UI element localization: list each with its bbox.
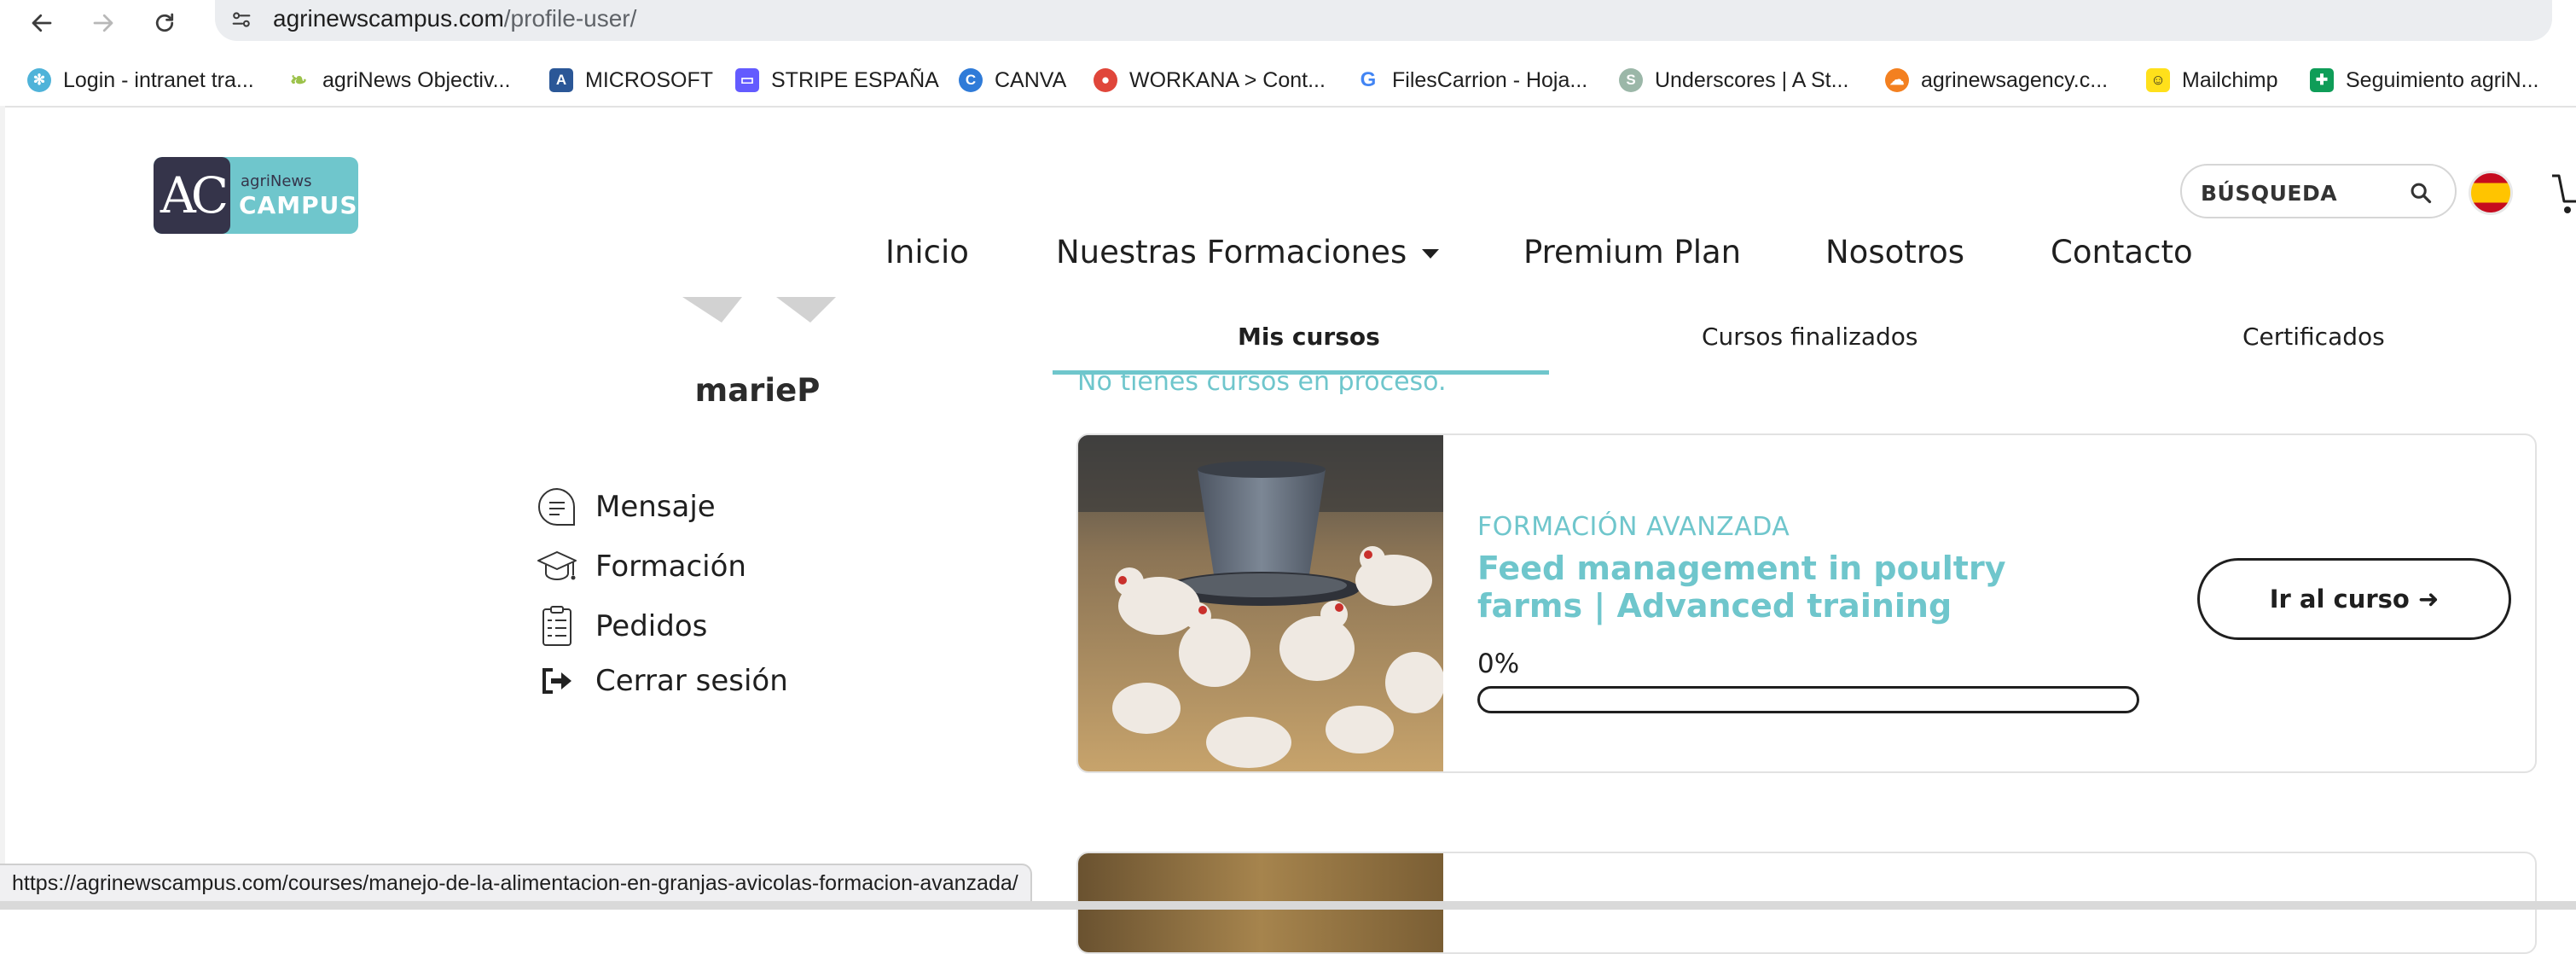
bookmark-label: FilesCarrion - Hoja... [1392, 67, 1588, 92]
logout-icon [542, 668, 571, 694]
logo-small-text: agriNews [241, 172, 312, 190]
nav-contacto[interactable]: Contacto [2051, 234, 2193, 270]
nav-formaciones-label: Nuestras Formaciones [1056, 234, 1407, 270]
forward-arrow-icon[interactable] [84, 3, 123, 43]
logo-big-text: CAMPUS [239, 191, 358, 219]
bookmark-label: WORKANA > Cont... [1129, 67, 1326, 92]
empty-courses-message: No tienes cursos en proceso. [1077, 367, 1447, 394]
bookmark-label: Seguimiento agriN... [2346, 67, 2539, 92]
site-logo[interactable]: AC agriNews CAMPUS [154, 157, 358, 234]
bookmark-label: CANVA [995, 67, 1067, 92]
search-icon[interactable] [2409, 181, 2433, 205]
bookmark-item[interactable]: A MICROSOFT [549, 63, 713, 97]
bookmark-label: Mailchimp [2182, 67, 2278, 92]
message-icon [538, 487, 576, 526]
chevron-down-icon [1422, 249, 1440, 259]
sidebar-item-label: Formación [595, 550, 746, 584]
sidebar-item-label: Cerrar sesión [595, 664, 788, 698]
url-text[interactable]: agrinewscampus.com/profile-user/ [273, 5, 636, 32]
sidebar-item-pedidos[interactable]: Pedidos [536, 604, 707, 649]
leaf-icon: ❧ [289, 68, 308, 92]
google-icon: G [1360, 68, 1377, 91]
profile-username: marieP [694, 372, 821, 409]
bookmark-item[interactable]: S Underscores | A St... [1619, 63, 1848, 97]
bookmark-label: Underscores | A St... [1655, 67, 1849, 92]
avatar [682, 297, 836, 323]
go-to-course-button[interactable]: Ir al curso ➜ [2197, 558, 2511, 640]
cloudflare-icon: ☁ [1885, 68, 1909, 92]
browser-toolbar: agrinewscampus.com/profile-user/ [0, 0, 2576, 46]
bookmark-item[interactable]: ▭ STRIPE ESPAÑA [735, 63, 939, 97]
course-progress-bar [1477, 686, 2139, 713]
back-arrow-icon[interactable] [22, 3, 61, 43]
reload-icon[interactable] [145, 3, 184, 43]
course-card: FORMACIÓN AVANZADA Feed management in po… [1076, 433, 2537, 773]
search-input[interactable]: BÚSQUEDA [2180, 164, 2457, 218]
bookmark-label: Login - intranet tra... [63, 67, 254, 92]
bookmark-label: agrinewsagency.c... [1921, 67, 2109, 92]
tab-cursos-finalizados[interactable]: Cursos finalizados [1702, 323, 1917, 351]
microsoft-ai-icon: A [549, 68, 573, 92]
sidebar-item-label: Mensaje [595, 490, 716, 524]
url-path: /profile-user/ [503, 5, 637, 32]
sidebar-item-label: Pedidos [595, 609, 708, 643]
nav-nuestras-formaciones[interactable]: Nuestras Formaciones [1056, 234, 1440, 270]
underscores-icon: S [1619, 68, 1643, 92]
cart-icon[interactable] [2550, 167, 2576, 218]
checklist-icon [542, 606, 571, 646]
sidebar-item-mensaje[interactable]: Mensaje [536, 485, 716, 529]
sidebar-item-cerrar-sesion[interactable]: Cerrar sesión [536, 659, 788, 703]
window-bottom-edge [0, 901, 2576, 910]
bookmark-item[interactable]: ● WORKANA > Cont... [1094, 63, 1326, 97]
bookmark-item[interactable]: G FilesCarrion - Hoja... [1356, 63, 1588, 97]
bookmark-item[interactable]: ✚ Seguimiento agriN... [2310, 63, 2539, 97]
bookmark-item[interactable]: ☺ Mailchimp [2146, 63, 2278, 97]
site-settings-icon[interactable] [229, 7, 254, 32]
search-placeholder: BÚSQUEDA [2201, 181, 2338, 206]
workana-icon: ● [1094, 68, 1117, 92]
bookmark-label: STRIPE ESPAÑA [771, 67, 939, 92]
sheets-icon: ✚ [2310, 68, 2334, 92]
mailchimp-icon: ☺ [2146, 68, 2170, 92]
nav-inicio[interactable]: Inicio [885, 234, 969, 270]
bookmark-label: agriNews Objectiv... [322, 67, 511, 92]
nav-nosotros[interactable]: Nosotros [1825, 234, 1964, 270]
window-edge [0, 106, 5, 865]
nav-premium-plan[interactable]: Premium Plan [1523, 234, 1741, 270]
course-category: FORMACIÓN AVANZADA [1477, 512, 1790, 542]
tab-certificados[interactable]: Certificados [2242, 323, 2385, 351]
address-bar[interactable]: agrinewscampus.com/profile-user/ [215, 0, 2552, 41]
course-progress-label: 0% [1477, 649, 1520, 679]
snowflake-icon: ✻ [27, 68, 51, 92]
stripe-icon: ▭ [735, 68, 759, 92]
sidebar-item-formacion[interactable]: Formación [536, 544, 746, 589]
bookmarks-bar: ✻ Login - intranet tra... ❧ agriNews Object… [0, 56, 2576, 108]
page-content: AC agriNews CAMPUS BÚSQUEDA Inicio Nuest… [0, 108, 2576, 954]
logo-mark: AC [154, 157, 230, 234]
bookmark-item[interactable]: ☁ agrinewsagency.c... [1885, 63, 2108, 97]
bookmark-item[interactable]: ✻ Login - intranet tra... [27, 63, 254, 97]
spain-flag-icon[interactable] [2469, 171, 2513, 215]
bookmark-item[interactable]: C CANVA [959, 63, 1066, 97]
graduation-cap-icon [537, 551, 577, 581]
bookmark-label: MICROSOFT [585, 67, 713, 92]
link-status-bar: https://agrinewscampus.com/courses/manej… [0, 864, 1032, 903]
canva-icon: C [959, 68, 983, 92]
tab-mis-cursos[interactable]: Mis cursos [1238, 323, 1380, 351]
course-title[interactable]: Feed management in poultry farms | Advan… [1477, 550, 2109, 625]
course-thumbnail[interactable] [1078, 435, 1443, 773]
bookmark-item[interactable]: ❧ agriNews Objectiv... [287, 63, 511, 97]
url-host: agrinewscampus.com [273, 5, 504, 32]
